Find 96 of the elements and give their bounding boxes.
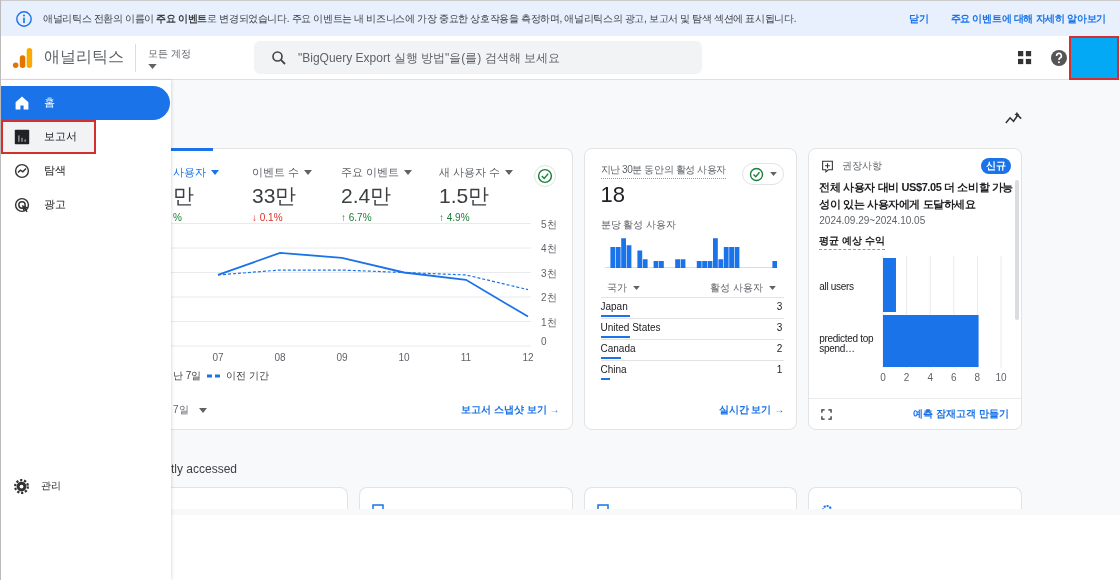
- metric-tab[interactable]: 새 사용자 수 1.5만 ↑ 4.9%: [437, 148, 537, 221]
- country-cell: China: [600, 364, 627, 375]
- metric-change: ↓ 0.1%: [252, 212, 284, 223]
- learn-more-link[interactable]: 주요 이벤트에 대해 자세히 알아보기: [950, 11, 1106, 26]
- metric-change: %: [173, 212, 183, 223]
- axis-label: 4천: [541, 243, 557, 254]
- metric-value: 33만: [252, 183, 298, 209]
- users-cell: 3: [776, 322, 783, 333]
- nav-item[interactable]: 홈: [1, 86, 170, 120]
- info-icon: [15, 9, 33, 28]
- metric-value: 2.4만: [341, 183, 393, 209]
- axis-label: 10: [398, 352, 410, 363]
- country-cell: Canada: [600, 343, 636, 354]
- caret-icon: [304, 170, 313, 175]
- bar: [883, 258, 897, 312]
- category-label: predicted top spend…: [819, 333, 875, 354]
- axis-label: 11: [460, 352, 472, 363]
- active-users-value: 18: [600, 182, 626, 208]
- per-minute-label: 분당 활성 사용자: [600, 218, 678, 232]
- dashed-line-icon: [207, 374, 222, 378]
- analytics-logo-icon: [12, 46, 34, 69]
- legend-label: 난 7일: [173, 369, 202, 383]
- report-snapshot-link[interactable]: 보고서 스냅샷 보기 →: [461, 403, 560, 417]
- expand-icon[interactable]: [821, 408, 833, 420]
- axis-label: 12: [522, 352, 534, 363]
- axis-label: 8: [974, 372, 981, 383]
- axis-label: 6: [951, 372, 957, 383]
- apps-grid-icon[interactable]: [1018, 50, 1032, 65]
- date-range-dropdown[interactable]: 7일: [173, 403, 207, 417]
- caret-icon: [505, 170, 514, 175]
- axis-label: 07: [212, 352, 224, 363]
- metric-change: ↑ 6.7%: [341, 212, 373, 223]
- axis-label: 0: [880, 372, 887, 383]
- caret-icon: [198, 407, 207, 413]
- country-cell: Japan: [600, 301, 628, 312]
- metric-label: 이벤트 수: [252, 165, 300, 180]
- home-icon: [14, 95, 30, 111]
- caret-icon: [632, 286, 640, 290]
- country-cell: United States: [600, 322, 661, 333]
- create-audience-link[interactable]: 예측 잠재고객 만들기: [913, 407, 1009, 421]
- users-cell: 1: [776, 364, 783, 375]
- axis-label: 10: [995, 372, 1007, 383]
- search-field[interactable]: "BigQuery Export 실행 방법"을(를) 검색해 보세요: [254, 41, 702, 74]
- settings-icon: [14, 478, 29, 494]
- check-circle-icon: [749, 166, 765, 182]
- axis-label: 5천: [541, 218, 557, 230]
- target-cursor-icon: [14, 197, 30, 213]
- nav-item[interactable]: 광고: [1, 188, 170, 222]
- check-circle-icon: [536, 168, 553, 184]
- axis-label: 1천: [541, 316, 557, 328]
- axis-label: 4: [927, 372, 934, 383]
- metric-tab[interactable]: 주요 이벤트 2.4만 ↑ 6.7%: [339, 148, 437, 221]
- caret-icon: [148, 63, 157, 69]
- account-avatar[interactable]: [1069, 35, 1119, 80]
- recommendation-title: 전체 사용자 대비 US$7.05 더 소비할 가능성이 있는 사용자에게 도달하세요: [819, 180, 1013, 212]
- axis-label: 08: [274, 352, 286, 363]
- metric-title: 평균 예상 수익: [819, 234, 885, 250]
- column-header[interactable]: 국가: [606, 279, 640, 297]
- notice-message: 애널리틱스 전환의 이름이 주요 이벤트로 변경되었습니다. 주요 이벤트는 내 비즈니스에 가장 중요한 상호작용을 측정하며, 애널리틱스의 광고, 보고서 및 탐색 섹션에 표시됩니다.: [43, 11, 798, 26]
- metric-label: 사용자: [173, 165, 206, 180]
- product-name: 애널리틱스: [44, 47, 124, 67]
- caret-icon: [211, 170, 219, 175]
- users-cell: 3: [776, 301, 783, 312]
- caret-icon: [769, 286, 777, 290]
- metric-value: 만: [173, 183, 195, 209]
- metric-value: 1.5만: [439, 183, 491, 209]
- dismiss-link[interactable]: 닫기: [909, 11, 929, 26]
- axis-label: 3천: [541, 267, 557, 279]
- section-heading: tly accessed: [171, 462, 239, 478]
- recommendation-label: 권장사항: [842, 159, 883, 173]
- caret-icon: [770, 172, 778, 176]
- caret-icon: [404, 170, 413, 175]
- metric-tab[interactable]: 이벤트 수 33만 ↓ 0.1%: [250, 148, 339, 221]
- add-note-icon: [821, 159, 835, 173]
- realtime-title: 지난 30분 동안의 활성 사용자: [600, 163, 726, 179]
- nav-item[interactable]: 탐색: [1, 154, 170, 188]
- axis-label: 0: [541, 336, 547, 347]
- date-range: 2024.09.29~2024.10.05: [819, 215, 927, 226]
- axis-label: 2천: [541, 292, 557, 303]
- nav-item[interactable]: 보고서: [1, 120, 96, 154]
- metric-label: 주요 이벤트: [341, 165, 400, 180]
- column-header[interactable]: 활성 사용자: [710, 279, 777, 297]
- axis-label: 2: [904, 372, 910, 383]
- legend-label: 이전 기간: [226, 369, 270, 383]
- axis-label: 09: [336, 352, 348, 363]
- realtime-link[interactable]: 실시간 보기 →: [718, 403, 785, 417]
- account-selector[interactable]: 모든 계정: [148, 46, 208, 69]
- admin-nav-item[interactable]: 관리: [1, 469, 170, 503]
- help-icon[interactable]: [1051, 49, 1067, 66]
- metric-change: ↑ 4.9%: [439, 212, 471, 223]
- users-cell: 2: [776, 343, 783, 354]
- metric-label: 새 사용자 수: [439, 165, 501, 180]
- category-label: all users: [819, 281, 854, 292]
- new-badge: 신규: [981, 158, 1011, 174]
- trend-circle-icon: [14, 163, 30, 179]
- bar-chart-icon: [14, 129, 30, 145]
